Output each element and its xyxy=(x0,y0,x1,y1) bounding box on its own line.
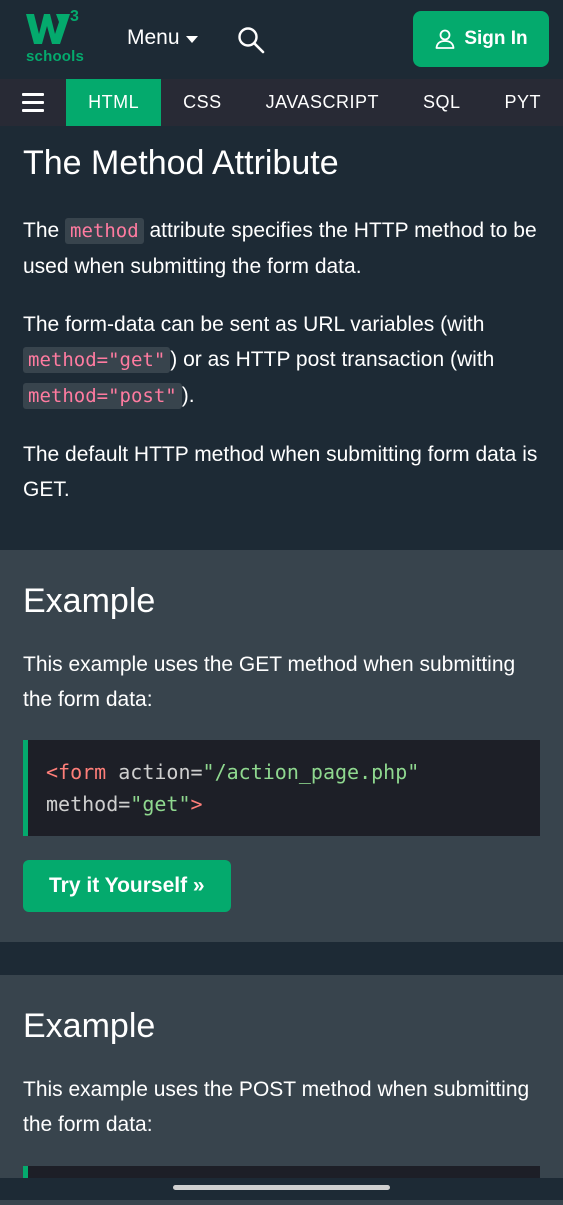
page-title: The Method Attribute xyxy=(23,144,339,182)
try-it-yourself-button[interactable]: Try it Yourself » xyxy=(23,860,231,912)
topic-nav: HTML CSS JAVASCRIPT SQL PYT xyxy=(0,79,563,126)
inline-code-get: method="get" xyxy=(23,347,171,373)
example-description: This example uses the GET method when su… xyxy=(23,653,516,711)
w3schools-logo[interactable]: 3 schools xyxy=(26,8,86,66)
nav-tab-python[interactable]: PYT xyxy=(482,79,563,126)
top-header: 3 schools Menu Sign In xyxy=(0,0,563,79)
paragraph-2: The form-data can be sent as URL variabl… xyxy=(23,313,495,409)
caret-down-icon xyxy=(185,35,198,43)
code-example: <form action="/action_page.php" method="… xyxy=(23,740,540,836)
nav-tab-html[interactable]: HTML xyxy=(66,79,162,126)
example-heading: Example xyxy=(23,1007,156,1045)
example-heading: Example xyxy=(23,582,156,620)
menu-button[interactable]: Menu xyxy=(127,26,198,50)
logo-text: schools xyxy=(26,48,85,65)
logo-superscript: 3 xyxy=(70,8,79,25)
inline-code-method: method xyxy=(65,218,144,244)
paragraph-1: The method attribute specifies the HTTP … xyxy=(23,218,537,278)
user-icon xyxy=(435,29,455,49)
sign-in-label: Sign In xyxy=(464,28,528,49)
nav-tab-javascript[interactable]: JAVASCRIPT xyxy=(244,79,401,126)
example-description: This example uses the POST method when s… xyxy=(23,1078,530,1136)
paragraph-3: The default HTTP method when submitting … xyxy=(23,443,538,501)
hamburger-menu-icon[interactable] xyxy=(0,79,66,126)
search-icon[interactable] xyxy=(237,26,265,54)
method-attribute-section: The Method Attribute The method attribut… xyxy=(0,126,563,530)
section-divider xyxy=(0,942,563,975)
inline-code-post: method="post" xyxy=(23,383,182,409)
example-get: Example This example uses the GET method… xyxy=(0,550,563,942)
sign-in-button[interactable]: Sign In xyxy=(413,11,549,67)
home-indicator[interactable] xyxy=(173,1185,390,1190)
menu-label: Menu xyxy=(127,26,180,49)
w3-logo-icon xyxy=(26,14,70,44)
nav-tab-css[interactable]: CSS xyxy=(161,79,244,126)
main-content: The Method Attribute The method attribut… xyxy=(0,126,563,1205)
nav-tab-sql[interactable]: SQL xyxy=(401,79,483,126)
code-example xyxy=(23,1166,540,1178)
